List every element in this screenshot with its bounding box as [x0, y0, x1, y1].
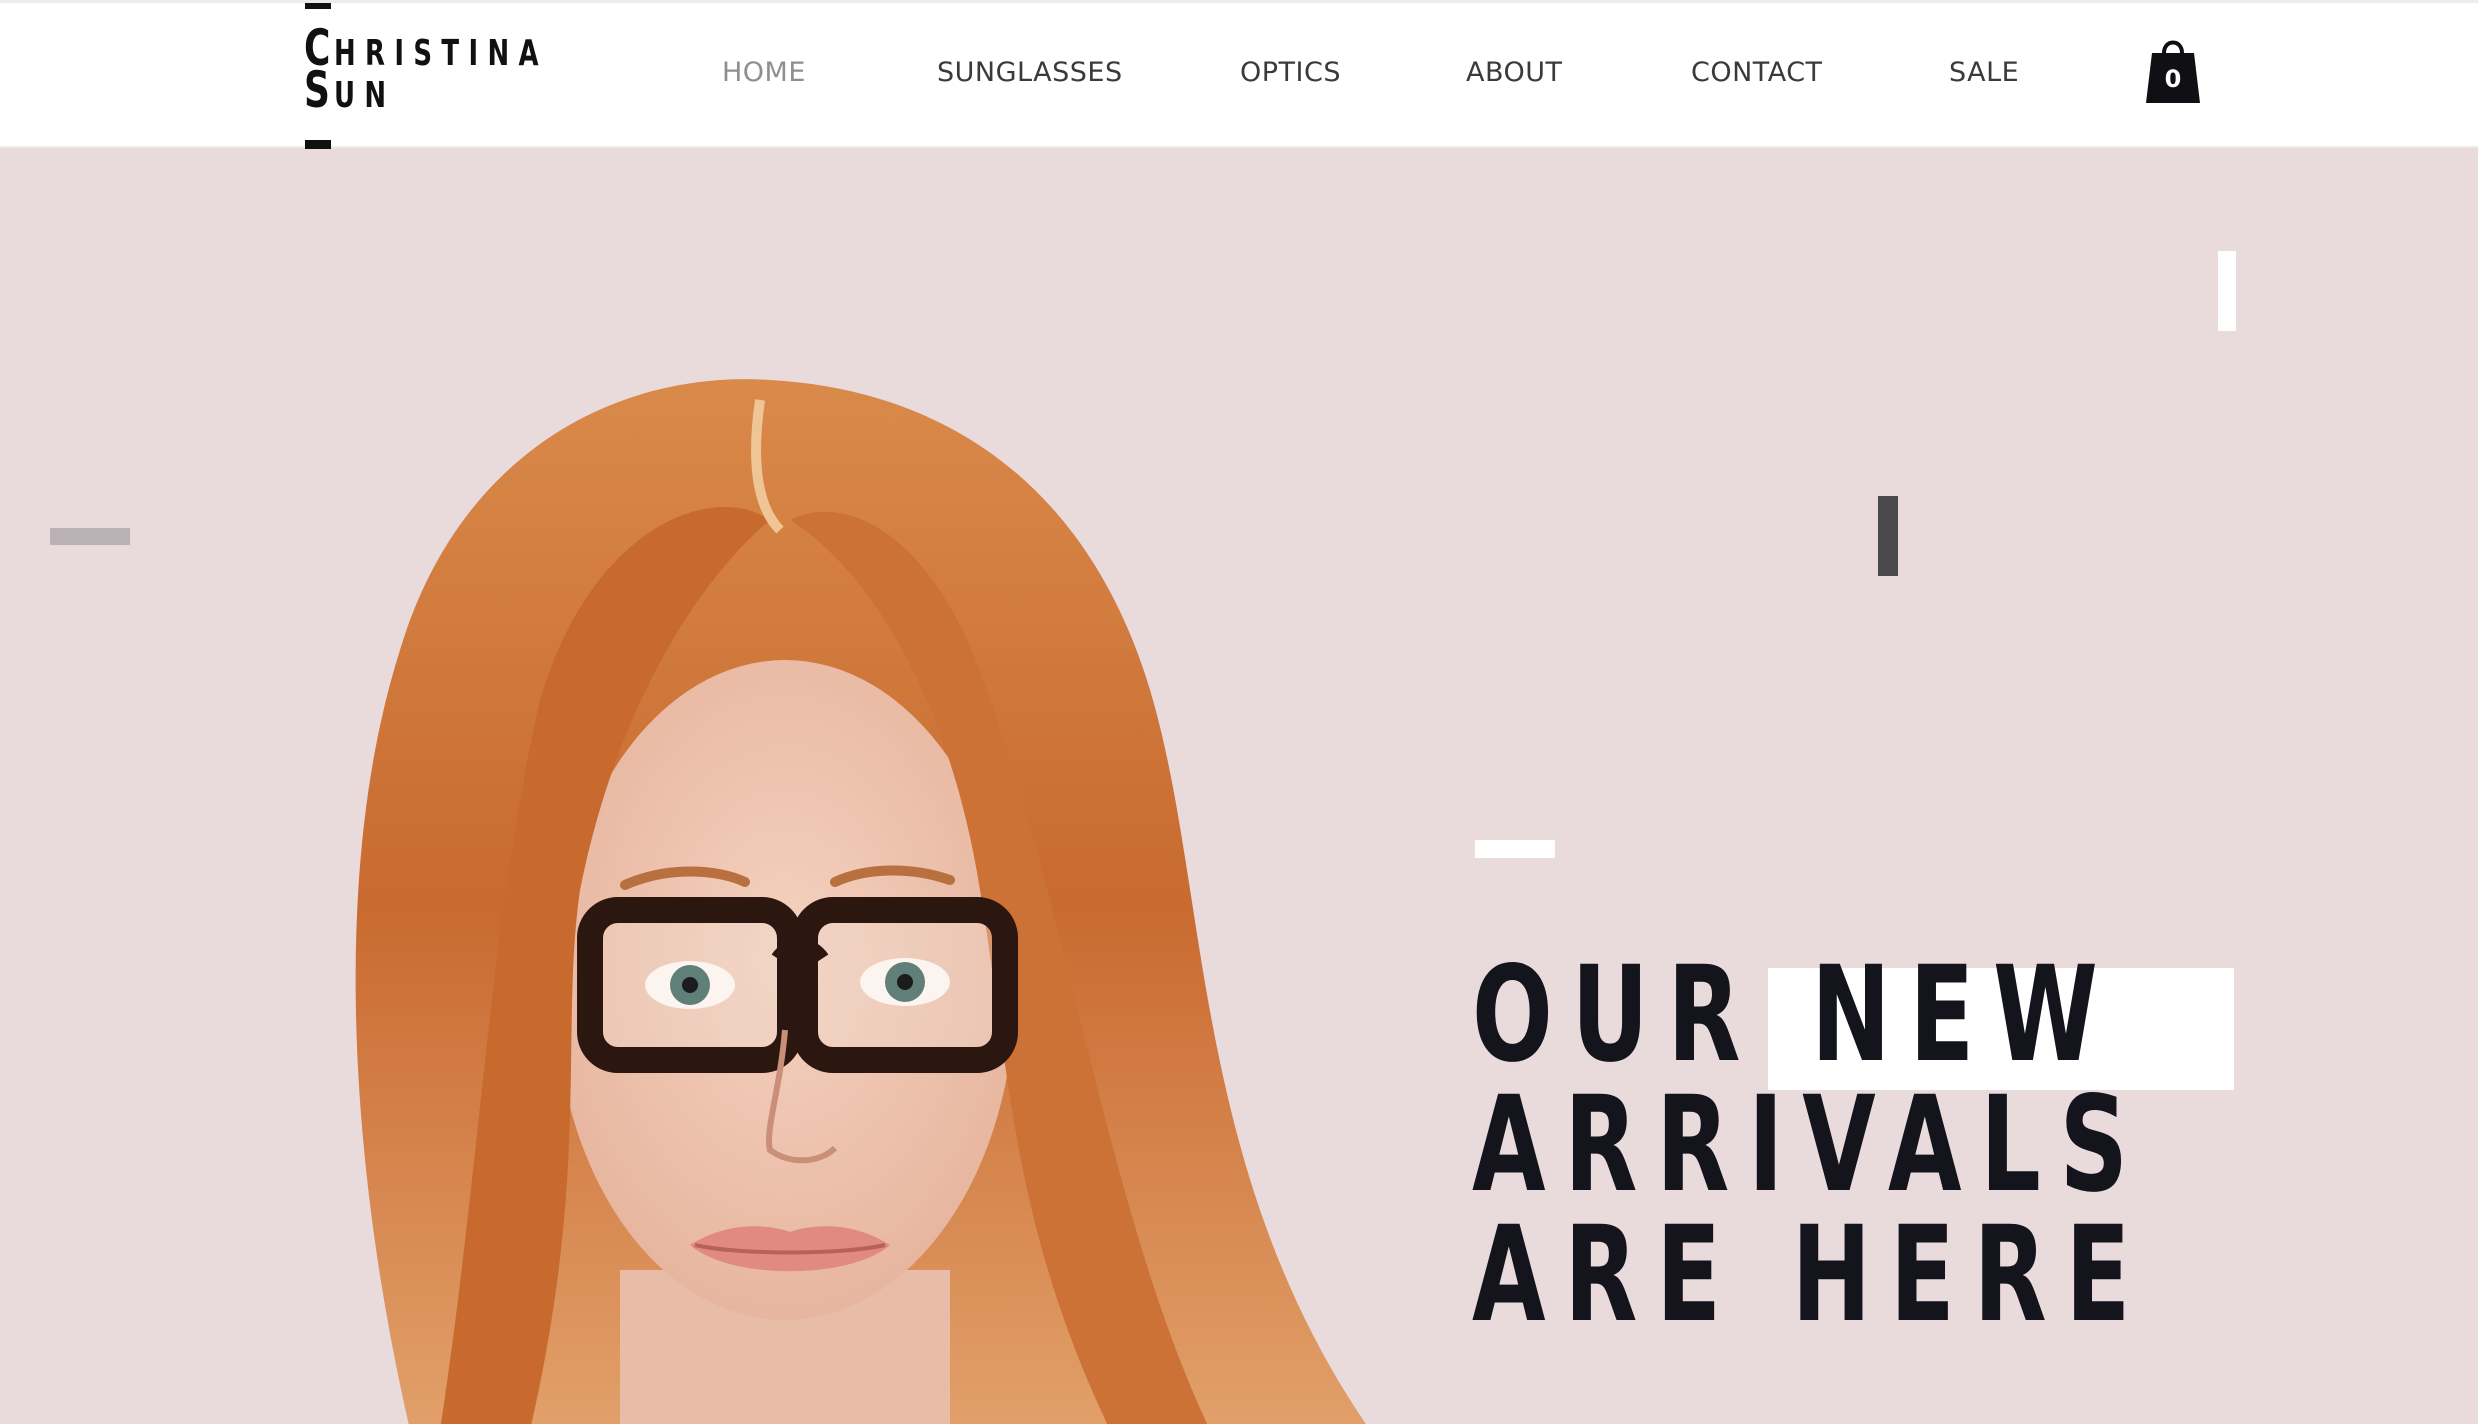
- headline-line-1: OUR NEW: [1472, 938, 2117, 1092]
- main-nav: HOME SUNGLASSES OPTICS ABOUT CONTACT SAL…: [0, 3, 2478, 151]
- nav-sale[interactable]: SALE: [1949, 57, 2019, 88]
- headline-line-3: ARE HERE: [1472, 1198, 2150, 1352]
- site-header: CHRISTINA S UN HOME SUNGLASSES OPTICS ABO…: [0, 0, 2478, 151]
- decorative-white-bar: [2218, 251, 2236, 331]
- nav-contact[interactable]: CONTACT: [1691, 57, 1823, 88]
- hero-section: OUR NEW ARRIVALS ARE HERE: [0, 150, 2478, 1424]
- cart-count: 0: [2164, 65, 2182, 93]
- nav-sunglasses[interactable]: SUNGLASSES: [937, 57, 1123, 88]
- nav-home[interactable]: HOME: [722, 57, 806, 88]
- decorative-white-dash: [1475, 840, 1555, 858]
- headline-line-2: ARRIVALS: [1472, 1068, 2147, 1222]
- nav-about[interactable]: ABOUT: [1466, 57, 1563, 88]
- decorative-dark-bar: [1878, 496, 1898, 576]
- hero-portrait-image: [355, 379, 1366, 1424]
- cart-button[interactable]: 0: [2144, 33, 2202, 107]
- decorative-gray-dash: [50, 528, 130, 545]
- nav-optics[interactable]: OPTICS: [1240, 57, 1341, 88]
- hero-headline: OUR NEW ARRIVALS ARE HERE: [1472, 938, 2412, 1352]
